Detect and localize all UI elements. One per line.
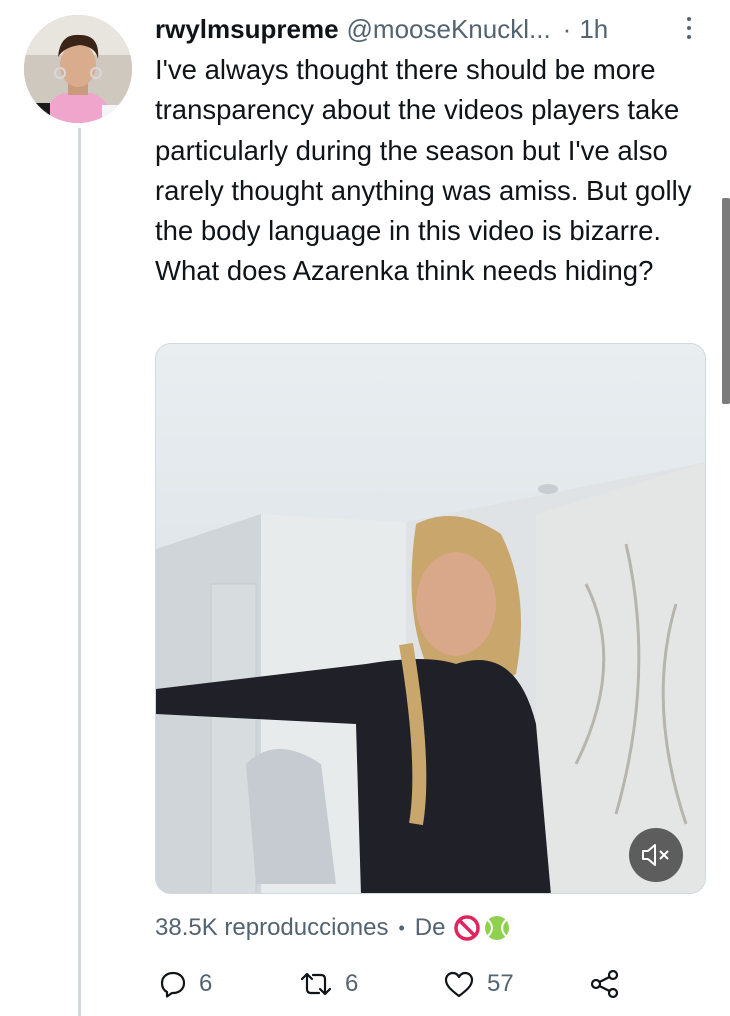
header-separator: ·	[562, 14, 572, 44]
mute-toggle-button[interactable]	[629, 828, 683, 882]
scrollbar-thumb[interactable]	[722, 198, 730, 404]
tweet-actions: 6 6 57	[155, 962, 635, 1006]
avatar[interactable]	[24, 15, 132, 123]
like-button[interactable]: 57	[443, 962, 514, 1006]
volume-muted-icon	[642, 844, 669, 866]
no-entry-sign-emoji	[454, 915, 481, 941]
from-label: De	[414, 914, 446, 941]
retweet-button[interactable]: 6	[299, 962, 358, 1006]
thread-line	[78, 128, 81, 1016]
tennis-ball-emoji	[485, 916, 510, 940]
tweet-header: rwylmsupreme @mooseKnuckl... · 1h	[155, 14, 695, 46]
heart-icon	[444, 971, 474, 998]
more-options-icon[interactable]	[681, 12, 697, 44]
share-icon	[590, 969, 619, 999]
video-player[interactable]	[155, 343, 706, 894]
share-button[interactable]	[589, 962, 621, 1006]
avatar-image	[24, 15, 132, 123]
timestamp[interactable]: 1h	[579, 14, 608, 45]
views-separator: •	[398, 917, 405, 938]
video-frame	[156, 344, 705, 893]
reply-icon	[160, 971, 186, 998]
retweet-count: 6	[345, 970, 359, 997]
like-count: 57	[487, 970, 514, 997]
retweet-icon	[300, 972, 332, 996]
view-count[interactable]: 38.5K reproducciones	[155, 914, 388, 942]
user-handle[interactable]: @mooseKnuckl...	[347, 14, 551, 45]
display-name[interactable]: rwylmsupreme	[155, 14, 339, 45]
tweet-text: I've always thought there should be more…	[155, 54, 692, 287]
reply-button[interactable]: 6	[159, 962, 212, 1006]
reply-count: 6	[199, 970, 213, 997]
views-row: 38.5K reproducciones • De	[155, 910, 511, 946]
